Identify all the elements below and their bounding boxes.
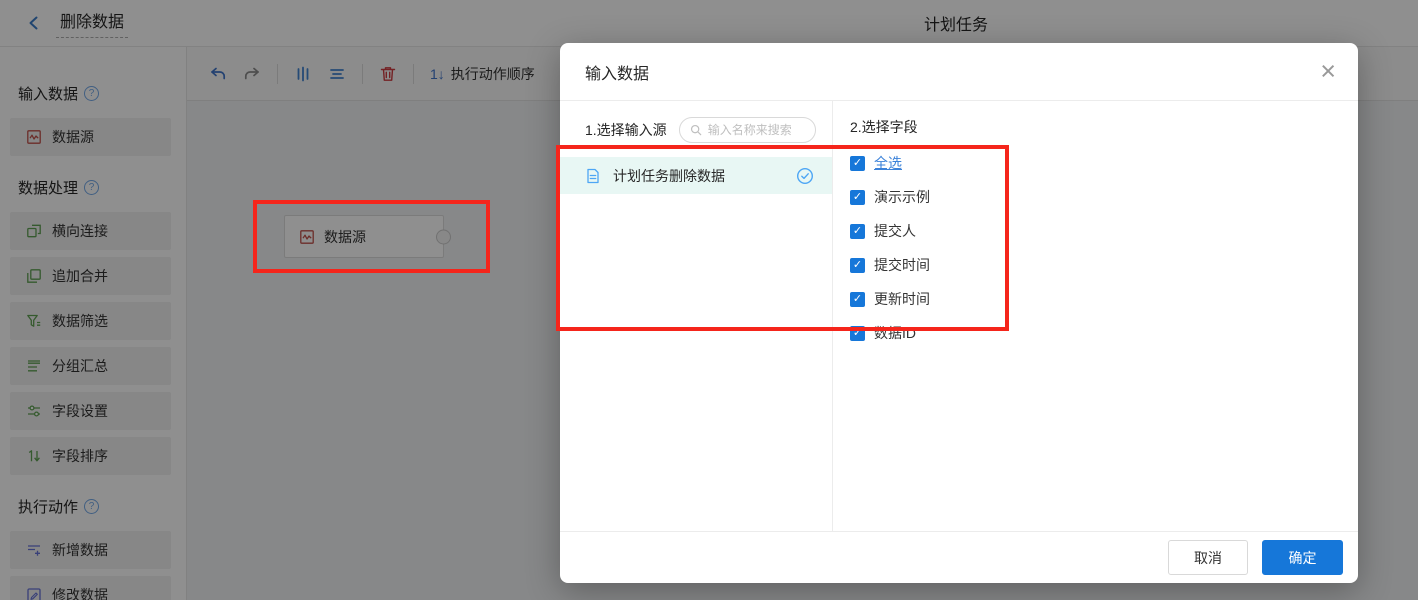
source-search-box[interactable]	[679, 117, 816, 143]
checkbox-label: 数据ID	[874, 323, 916, 343]
input-data-modal: 输入数据 × 1.选择输入源 计划任务删除数据	[560, 43, 1358, 583]
selected-check-icon	[796, 167, 814, 185]
modal-header: 输入数据 ×	[560, 43, 1358, 101]
checkbox-checked-icon[interactable]	[850, 190, 865, 205]
search-icon	[690, 124, 702, 136]
app-window: 删除数据 计划任务 输入数据 ? 数据源 数据处理 ?	[0, 0, 1418, 600]
source-panel-header: 1.选择输入源	[560, 101, 832, 143]
modal-body: 1.选择输入源 计划任务删除数据 2.选择字	[560, 101, 1358, 531]
source-list-item-selected[interactable]: 计划任务删除数据	[560, 157, 832, 194]
field-checkbox-list: 全选 演示示例 提交人 提交时间	[850, 153, 1358, 343]
modal-title: 输入数据	[585, 60, 649, 84]
document-icon	[585, 168, 601, 184]
checkbox-label: 更新时间	[874, 289, 930, 309]
checkbox-checked-icon[interactable]	[850, 224, 865, 239]
step1-label: 1.选择输入源	[585, 120, 667, 140]
checkbox-field-update-time[interactable]: 更新时间	[850, 289, 1358, 309]
checkbox-field-data-id[interactable]: 数据ID	[850, 323, 1358, 343]
checkbox-label: 提交人	[874, 221, 916, 241]
fields-select-panel: 2.选择字段 全选 演示示例 提交人	[833, 101, 1358, 531]
checkbox-label: 演示示例	[874, 187, 930, 207]
modal-footer: 取消 确定	[560, 531, 1358, 583]
checkbox-checked-icon[interactable]	[850, 292, 865, 307]
source-select-panel: 1.选择输入源 计划任务删除数据	[560, 101, 833, 531]
checkbox-field-demo[interactable]: 演示示例	[850, 187, 1358, 207]
close-icon[interactable]: ×	[1320, 58, 1336, 85]
checkbox-field-submit-time[interactable]: 提交时间	[850, 255, 1358, 275]
confirm-button[interactable]: 确定	[1262, 540, 1343, 575]
checkbox-field-submitter[interactable]: 提交人	[850, 221, 1358, 241]
cancel-button[interactable]: 取消	[1168, 540, 1248, 575]
checkbox-checked-icon[interactable]	[850, 258, 865, 273]
step2-label: 2.选择字段	[850, 119, 918, 135]
search-input[interactable]	[708, 123, 805, 137]
source-item-label: 计划任务删除数据	[613, 166, 725, 186]
checkbox-checked-icon[interactable]	[850, 156, 865, 171]
checkbox-label[interactable]: 全选	[874, 153, 902, 173]
checkbox-label: 提交时间	[874, 255, 930, 275]
checkbox-select-all[interactable]: 全选	[850, 153, 1358, 173]
checkbox-checked-icon[interactable]	[850, 326, 865, 341]
